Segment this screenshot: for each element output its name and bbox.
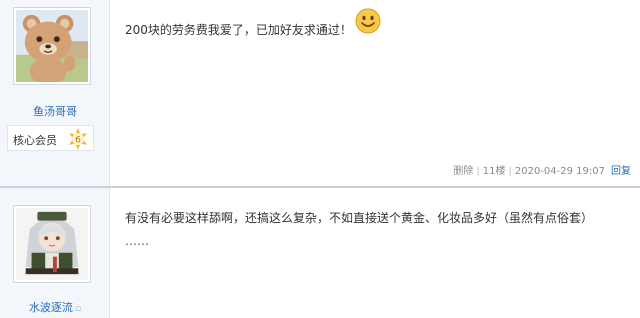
smile-emoji-icon (355, 8, 381, 34)
username[interactable]: 水波逐流 ▫ (0, 299, 110, 315)
post-text: 200块的劳务费我爱了，已加好友求通过！ (125, 23, 352, 37)
rank-level: 6 (75, 136, 81, 146)
divider: | (476, 166, 480, 177)
divider: | (508, 166, 512, 177)
bear-avatar-icon (16, 10, 88, 82)
post-timestamp: 2020-04-29 19:07 (514, 166, 605, 177)
post-thread: 鱼汤哥哥 核心会员 6 200块的劳务费我爱了，已加好友求通过！ 删除 | 11楼 |… (0, 0, 640, 318)
username-text: 水波逐流 (28, 301, 73, 314)
post-text: 有没有必要这样舔啊，还搞这么复杂，不如直接送个黄金、化妆品多好（虽然有点俗套） (125, 211, 594, 225)
delete-link[interactable]: 删除 (453, 166, 473, 177)
post-content: 有没有必要这样舔啊，还搞这么复杂，不如直接送个黄金、化妆品多好（虽然有点俗套） … (110, 188, 640, 318)
username-mark: ▫ (74, 304, 82, 314)
post-item: 水波逐流 ▫ 有没有必要这样舔啊，还搞这么复杂，不如直接送个黄金、化妆品多好（虽然… (0, 188, 640, 318)
post-text-continuation: …… (125, 234, 149, 248)
user-info-column: 水波逐流 ▫ (0, 188, 110, 318)
rank-label: 核心会员 (13, 134, 57, 147)
username[interactable]: 鱼汤哥哥 (0, 103, 110, 119)
post-content: 200块的劳务费我爱了，已加好友求通过！ 删除 | 11楼 | 2020-04-29 1… (110, 0, 640, 187)
star-badge-icon: 6 (69, 128, 87, 150)
post-footer: 删除 | 11楼 | 2020-04-29 19:07 回复 (453, 162, 631, 177)
avatar[interactable] (13, 205, 91, 283)
post-item: 鱼汤哥哥 核心会员 6 200块的劳务费我爱了，已加好友求通过！ 删除 | 11楼 |… (0, 0, 640, 187)
avatar[interactable] (13, 7, 91, 85)
reply-link[interactable]: 回复 (611, 166, 631, 177)
user-info-column: 鱼汤哥哥 核心会员 6 (0, 0, 110, 187)
floor-number: 11楼 (482, 166, 506, 177)
rank-box: 核心会员 6 (7, 125, 94, 151)
anime-girl-avatar-icon (16, 208, 88, 280)
